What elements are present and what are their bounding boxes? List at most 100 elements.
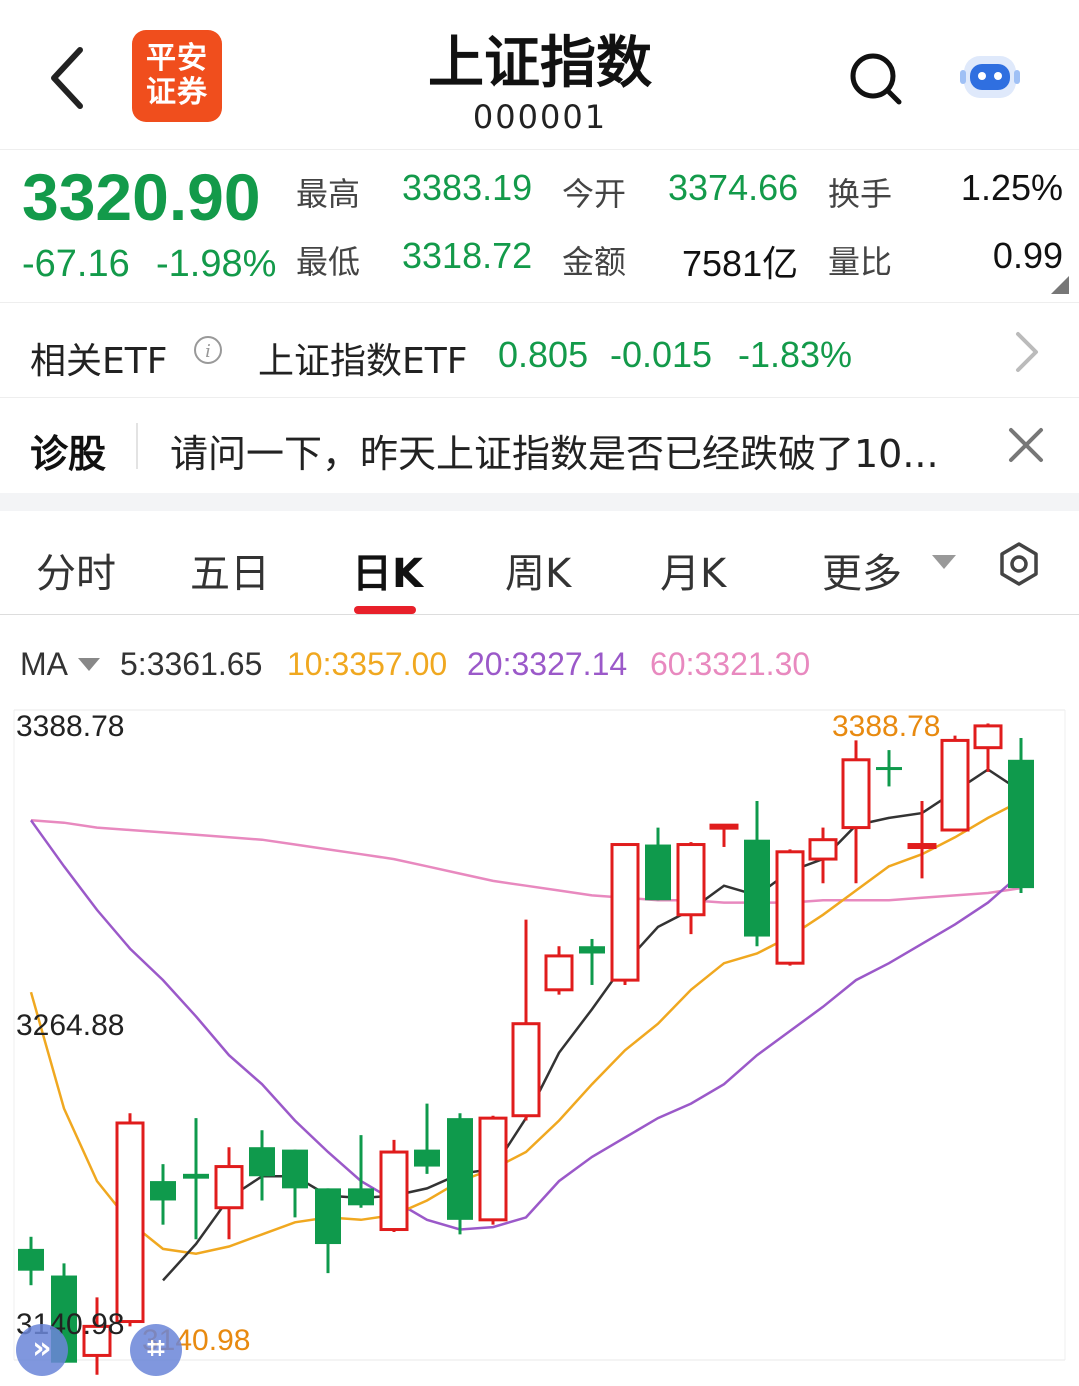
ma60-value: 60:3321.30 xyxy=(650,646,811,682)
y-axis-label-top: 3388.78 xyxy=(16,710,124,743)
gear-icon[interactable] xyxy=(996,541,1042,587)
candle[interactable] xyxy=(447,1113,473,1235)
turnover-label: 换手 xyxy=(828,175,893,213)
candle[interactable] xyxy=(511,919,541,1121)
ma5-line xyxy=(162,768,1022,1282)
chevron-right-icon[interactable] xyxy=(1010,330,1044,378)
caret-down-icon[interactable] xyxy=(932,555,956,569)
candle[interactable] xyxy=(579,938,605,985)
candle[interactable] xyxy=(214,1147,244,1240)
candle-body xyxy=(841,758,871,830)
etf-change: -0.015 xyxy=(610,334,713,375)
candle[interactable] xyxy=(775,849,805,966)
candle[interactable] xyxy=(907,800,937,879)
candle-body xyxy=(876,767,902,771)
candle-body xyxy=(808,838,838,861)
candle[interactable] xyxy=(249,1130,275,1201)
candle-body xyxy=(414,1149,440,1167)
candle[interactable] xyxy=(841,740,871,884)
ma5-value: 5:3361.65 xyxy=(120,646,263,682)
candle[interactable] xyxy=(183,1118,209,1240)
expand-double-chevron-icon[interactable]: » xyxy=(16,1324,68,1376)
candle[interactable] xyxy=(379,1139,409,1232)
back-icon[interactable] xyxy=(40,38,100,118)
candle[interactable] xyxy=(645,827,671,901)
candle[interactable] xyxy=(1008,737,1034,893)
etf-name: 上证指数ETF xyxy=(258,341,468,382)
diagnose-label: 诊股 xyxy=(30,432,107,476)
volume-ratio-value: 0.99 xyxy=(992,235,1063,276)
candle[interactable] xyxy=(315,1188,341,1274)
last-price: 3320.90 xyxy=(22,160,261,234)
chart-tool-icon[interactable]: ⌗ xyxy=(130,1324,182,1376)
candle[interactable] xyxy=(744,800,770,947)
candle[interactable] xyxy=(115,1113,145,1327)
candle[interactable] xyxy=(940,735,970,832)
price-change-pct: -1.98% xyxy=(156,243,277,285)
diagnose-row[interactable]: 诊股 请问一下，昨天上证指数是否已经跌破了10... xyxy=(0,399,1079,493)
candle[interactable] xyxy=(18,1236,44,1286)
candle-body xyxy=(315,1188,341,1245)
candle[interactable] xyxy=(676,842,706,935)
info-icon[interactable]: i xyxy=(192,334,224,370)
top-bar: 平安 证券 上证指数 000001 xyxy=(0,0,1079,150)
candle-body xyxy=(907,843,937,850)
candle-body xyxy=(348,1188,374,1206)
related-etf-row[interactable]: 相关ETF 上证指数ETF 0.805 -0.015 -1.83% xyxy=(0,304,1079,398)
amount-label: 金额 xyxy=(562,243,627,281)
candle-body xyxy=(645,844,671,901)
logo-line-2: 证券 xyxy=(146,75,208,110)
turnover-value: 1.25% xyxy=(960,167,1063,208)
kline-chart[interactable]: 3388.78 3264.88 3140.98 3388.78 3140.98 xyxy=(0,700,1079,1386)
robot-assistant-icon[interactable] xyxy=(958,46,1022,106)
tab-intraday[interactable]: 分时 xyxy=(36,541,116,599)
candle-body xyxy=(973,724,1003,750)
candle-body xyxy=(379,1150,409,1232)
related-etf-label: 相关ETF xyxy=(30,341,168,382)
candle[interactable] xyxy=(478,1115,508,1225)
candle[interactable] xyxy=(973,723,1003,772)
ma-label: MA xyxy=(20,646,68,682)
candle[interactable] xyxy=(610,843,640,985)
kline-chart-svg: 3388.78 3264.88 3140.98 3388.78 3140.98 xyxy=(13,709,1066,1375)
period-tabs: 分时 五日 日K 周K 月K 更多 xyxy=(0,511,1079,615)
active-tab-indicator xyxy=(354,606,416,614)
tab-five-day[interactable]: 五日 xyxy=(190,541,270,599)
amount-value: 7581亿 xyxy=(682,243,799,284)
candle[interactable] xyxy=(808,827,838,884)
tab-daily-k[interactable]: 日K xyxy=(352,541,423,599)
low-value: 3318.72 xyxy=(402,235,533,276)
tab-monthly-k[interactable]: 月K xyxy=(660,541,726,599)
candle[interactable] xyxy=(414,1103,440,1174)
candle[interactable] xyxy=(709,823,739,847)
candle[interactable] xyxy=(150,1164,176,1225)
ma10-value: 10:3357.00 xyxy=(287,646,448,682)
candle-body xyxy=(610,843,640,982)
etf-change-pct: -1.83% xyxy=(738,334,853,375)
search-icon[interactable] xyxy=(845,48,905,108)
etf-price: 0.805 xyxy=(498,334,589,375)
candle-body xyxy=(744,839,770,937)
low-label: 最低 xyxy=(296,243,361,281)
close-icon[interactable] xyxy=(1006,425,1046,465)
divider xyxy=(136,423,138,469)
candle-body xyxy=(183,1173,209,1179)
candle-body xyxy=(579,946,605,954)
candle-body xyxy=(775,850,805,965)
diagnose-question[interactable]: 请问一下，昨天上证指数是否已经跌破了10... xyxy=(170,423,985,478)
ma20-value: 20:3327.14 xyxy=(467,646,628,682)
quote-panel: 3320.90 -67.16 -1.98% 最高 3383.19 今开 3374… xyxy=(0,151,1079,303)
page-title: 上证指数 xyxy=(428,31,652,96)
logo-line-1: 平安 xyxy=(146,41,208,76)
caret-down-icon[interactable] xyxy=(78,658,100,671)
tab-more[interactable]: 更多 xyxy=(822,541,902,599)
open-value: 3374.66 xyxy=(668,167,799,208)
tab-weekly-k[interactable]: 周K xyxy=(505,541,571,599)
candle[interactable] xyxy=(544,946,574,995)
candle[interactable] xyxy=(282,1149,308,1218)
ma-legend[interactable]: MA 5:3361.65 10:3357.00 20:3327.14 60:33… xyxy=(0,640,1079,690)
candle[interactable] xyxy=(876,750,902,787)
y-axis-label-mid: 3264.88 xyxy=(16,1009,124,1042)
expand-corner-icon[interactable] xyxy=(1051,276,1069,294)
candle-body xyxy=(478,1116,508,1222)
